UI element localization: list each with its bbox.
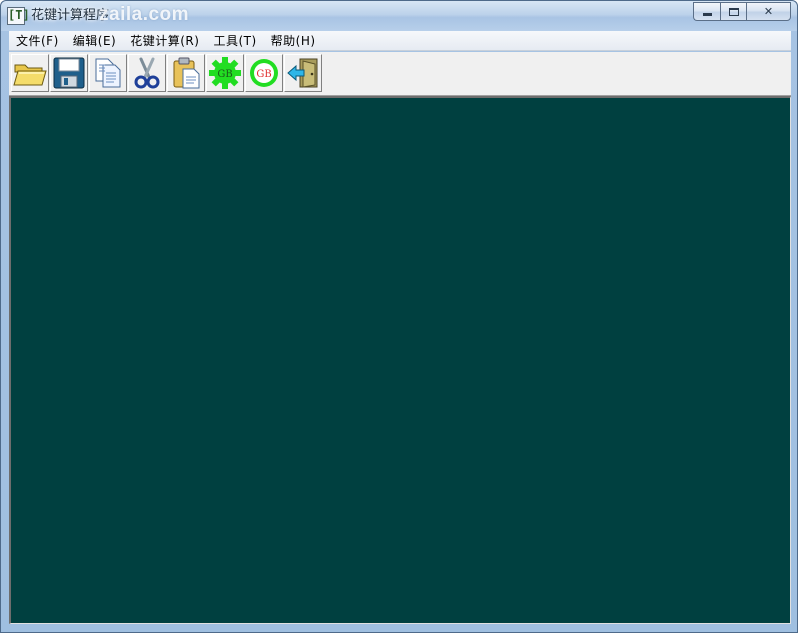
watermark-text: zaila.com: [99, 4, 190, 25]
close-button[interactable]: ✕: [746, 2, 791, 21]
document-workspace[interactable]: [9, 96, 791, 624]
save-disk-icon: [53, 57, 85, 89]
menu-help[interactable]: 帮助(H): [264, 31, 323, 51]
gb-gear-green-icon: GB: [209, 57, 241, 89]
toolbar: GB GB: [9, 52, 791, 96]
minimize-icon: [702, 13, 712, 16]
maximize-button[interactable]: [720, 2, 746, 21]
menu-bar: 文件(F) 编辑(E) 花键计算(R) 工具(T) 帮助(H): [9, 31, 791, 51]
menu-tools[interactable]: 工具(T): [206, 31, 263, 51]
menu-edit[interactable]: 编辑(E): [66, 31, 123, 51]
minimize-button[interactable]: [693, 2, 720, 21]
copy-icon: [95, 58, 121, 88]
window-title: 花键计算程序: [31, 8, 110, 23]
cut-button[interactable]: [128, 54, 166, 92]
menu-file[interactable]: 文件(F): [9, 31, 66, 51]
app-icon[interactable]: [T]: [7, 7, 30, 25]
paste-button[interactable]: [167, 54, 205, 92]
gb-green-label: GB: [217, 69, 232, 80]
menu-spline-calc[interactable]: 花键计算(R): [123, 31, 206, 51]
save-button[interactable]: [50, 54, 88, 92]
gb-calc-red-button[interactable]: GB: [245, 54, 283, 92]
gb-calc-green-button[interactable]: GB: [206, 54, 244, 92]
cut-icon: [134, 57, 160, 89]
exit-button[interactable]: [284, 54, 322, 92]
close-icon: ✕: [763, 5, 774, 18]
caption-buttons: ✕: [693, 2, 791, 22]
title-bar[interactable]: [T] 花键计算程序 zaila.com ✕: [1, 1, 797, 31]
paste-icon: [173, 57, 200, 89]
maximize-icon: [728, 7, 739, 16]
open-folder-icon: [13, 64, 47, 86]
exit-door-icon: [287, 58, 318, 88]
gb-red-label: GB: [256, 69, 271, 80]
open-button[interactable]: [11, 54, 49, 92]
copy-button[interactable]: [89, 54, 127, 92]
gb-gear-red-icon: GB: [250, 59, 278, 87]
app-window: [T] 花键计算程序 zaila.com ✕ 文件(F) 编辑(E) 花键计算(…: [0, 0, 798, 633]
